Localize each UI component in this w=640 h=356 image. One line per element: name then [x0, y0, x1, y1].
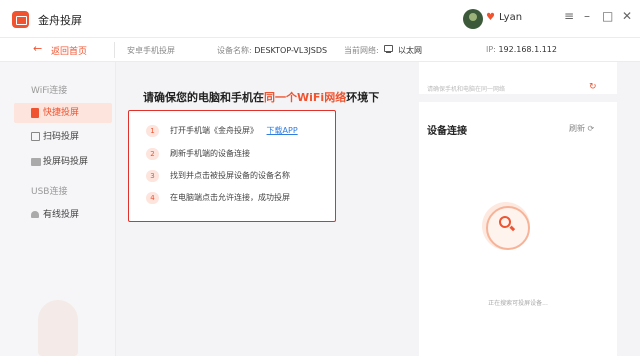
step-item: 4 在电脑端点击允许连接，成功投屏: [146, 191, 290, 205]
step-number: 2: [146, 148, 159, 160]
panel-top: 请确保手机和电脑在同一网络 ↻: [419, 62, 617, 102]
sidebar-item-label: 快捷投屏: [43, 108, 80, 118]
refresh-button[interactable]: 刷新 ⟳: [569, 123, 594, 134]
network-value: 以太网: [398, 46, 422, 55]
menu-button[interactable]: ≡: [564, 10, 574, 22]
steps-box: 1 打开手机端《金舟投屏》 下载APP 2 刷新手机端的设备连接 3 找到并点击…: [128, 110, 336, 222]
step-item: 3 找到并点击被投屏设备的设备名称: [146, 169, 290, 183]
mascot-illustration: [38, 300, 78, 356]
monitor-icon: [384, 45, 393, 53]
close-button[interactable]: ✕: [622, 10, 632, 22]
sidebar-item-label: 有线投屏: [43, 210, 80, 220]
step-text: 在电脑端点击允许连接，成功投屏: [170, 193, 290, 202]
sidebar: WiFi连接 快捷投屏 扫码投屏 投屏码投屏 USB连接 有线投屏: [0, 62, 116, 356]
android-icon: [31, 211, 39, 218]
devices-panel: 请确保手机和电脑在同一网络 ↻ 设备连接 刷新 ⟳ 正在搜索可投屏设备...: [419, 62, 617, 356]
nav-bar: ← 返回首页 安卓手机投屏 设备名称: DESKTOP-VL3JSDS 当前网络…: [0, 38, 640, 62]
step-item: 2 刷新手机端的设备连接: [146, 147, 250, 161]
code-icon: [31, 158, 41, 166]
ip-label: IP:: [486, 45, 496, 54]
title-post: 环境下: [346, 91, 380, 104]
ip-address: IP: 192.168.1.112: [486, 45, 557, 54]
usb-section-header: USB连接: [31, 187, 68, 197]
nav-divider: [114, 42, 115, 58]
mode-label: 安卓手机投屏: [127, 46, 175, 55]
title-pre: 请确保您的电脑和手机在: [143, 91, 264, 104]
device-label: 设备名称:: [217, 46, 252, 55]
ip-value: 192.168.1.112: [498, 45, 557, 54]
user-name[interactable]: Lyan: [499, 12, 522, 23]
sidebar-item-label: 投屏码投屏: [43, 157, 89, 167]
back-label: 返回首页: [51, 47, 88, 57]
step-number: 1: [146, 125, 159, 137]
sidebar-item-wired-cast[interactable]: 有线投屏: [24, 205, 116, 225]
searching-indicator: [482, 202, 530, 250]
title-highlight: 同一个WiFi网络: [264, 91, 347, 104]
phone-icon: [31, 108, 39, 118]
network-label: 当前网络:: [344, 46, 379, 55]
user-avatar[interactable]: [463, 9, 483, 29]
search-icon: [499, 216, 511, 228]
step-text: 刷新手机端的设备连接: [170, 149, 250, 158]
wifi-section-header: WiFi连接: [31, 86, 68, 96]
panel-title: 设备连接: [427, 126, 467, 137]
minimize-button[interactable]: –: [584, 10, 590, 22]
vip-icon: ♥: [486, 12, 495, 23]
step-text: 找到并点击被投屏设备的设备名称: [170, 171, 290, 180]
sidebar-item-label: 扫码投屏: [43, 132, 80, 142]
reload-icon[interactable]: ↻: [589, 82, 597, 92]
app-title: 金舟投屏: [38, 14, 82, 27]
download-app-link[interactable]: 下载APP: [267, 126, 298, 135]
step-number: 3: [146, 170, 159, 182]
title-bar: 金舟投屏 ♥ Lyan ≡ – □ ✕: [0, 0, 640, 38]
qr-icon: [31, 132, 40, 141]
device-name: DESKTOP-VL3JSDS: [254, 46, 328, 55]
back-arrow-icon: ←: [33, 42, 43, 55]
app-logo: [12, 11, 29, 28]
sidebar-item-code-cast[interactable]: 投屏码投屏: [24, 152, 116, 172]
device-name-label: 设备名称: DESKTOP-VL3JSDS: [217, 45, 327, 56]
maximize-button[interactable]: □: [602, 10, 613, 22]
searching-status: 正在搜索可投屏设备...: [488, 300, 548, 307]
step-number: 4: [146, 192, 159, 204]
sidebar-item-quick-cast[interactable]: 快捷投屏: [14, 103, 112, 123]
page-title: 请确保您的电脑和手机在同一个WiFi网络环境下: [143, 89, 379, 105]
step-item: 1 打开手机端《金舟投屏》 下载APP: [146, 124, 298, 138]
refresh-label: 刷新: [569, 124, 585, 133]
sidebar-item-qr-cast[interactable]: 扫码投屏: [24, 127, 116, 147]
panel-top-hint: 请确保手机和电脑在同一网络: [427, 86, 506, 93]
step-text: 打开手机端《金舟投屏》: [170, 126, 258, 135]
refresh-icon: ⟳: [587, 124, 595, 133]
